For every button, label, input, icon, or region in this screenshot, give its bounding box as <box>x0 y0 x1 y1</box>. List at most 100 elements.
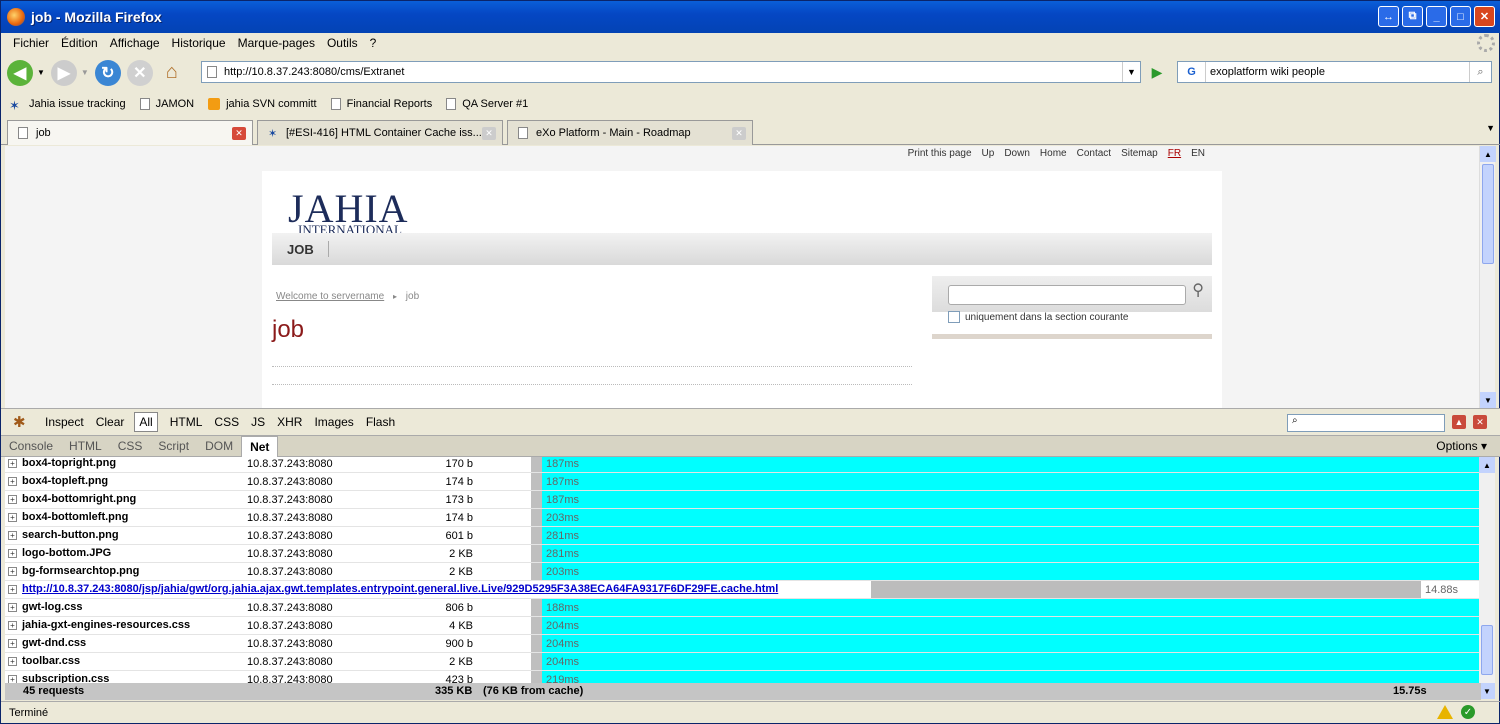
filter-images[interactable]: Images <box>314 415 353 429</box>
menu-help[interactable]: ? <box>364 36 383 50</box>
lang-fr-link[interactable]: FR <box>1168 148 1181 159</box>
search-input[interactable]: exoplatform wiki people <box>1206 66 1469 78</box>
tab-console[interactable]: Console <box>1 439 61 453</box>
net-row[interactable]: + box4-bottomright.png 10.8.37.243:8080 173… <box>5 491 1481 509</box>
net-row[interactable]: + toolbar.css 10.8.37.243:8080 2 KB 204ms <box>5 653 1481 671</box>
home-link[interactable]: Home <box>1040 148 1067 159</box>
net-row[interactable]: + logo-bottom.JPG 10.8.37.243:8080 2 KB 281m… <box>5 545 1481 563</box>
request-url[interactable]: http://10.8.37.243:8080/jsp/jahia/gwt/or… <box>22 583 778 595</box>
net-row[interactable]: + jahia-gxt-engines-resources.css 10.8.37.… <box>5 617 1481 635</box>
scroll-down-icon[interactable]: ▼ <box>1480 392 1496 408</box>
scroll-up-icon[interactable]: ▲ <box>1479 457 1495 473</box>
menu-edition[interactable]: Édition <box>55 36 104 50</box>
tab-esi-416[interactable]: ✶ [#ESI-416] HTML Container Cache iss...… <box>257 120 503 145</box>
filter-html[interactable]: HTML <box>170 415 203 429</box>
tab-net[interactable]: Net <box>241 436 279 457</box>
resize-icon[interactable]: ⧉ <box>1402 6 1423 27</box>
tab-close-icon[interactable]: ✕ <box>232 127 246 140</box>
search-bar[interactable]: G exoplatform wiki people ⌕ <box>1177 61 1492 83</box>
url-bar[interactable]: http://10.8.37.243:8080/cms/Extranet ▼ <box>201 61 1141 83</box>
clear-button[interactable]: Clear <box>96 415 125 429</box>
scroll-up-icon[interactable]: ▲ <box>1480 146 1496 162</box>
lang-en-link[interactable]: EN <box>1191 148 1205 159</box>
menu-marque-pages[interactable]: Marque-pages <box>232 36 321 50</box>
tab-css[interactable]: CSS <box>110 439 151 453</box>
bookmark-item[interactable]: Financial Reports <box>330 98 432 110</box>
google-icon[interactable]: G <box>1178 62 1206 82</box>
net-row[interactable]: + subscription.css 10.8.37.243:8080 423 b 21… <box>5 671 1481 683</box>
maximize-button[interactable]: □ <box>1450 6 1471 27</box>
expand-icon[interactable]: + <box>8 531 17 540</box>
tab-close-icon[interactable]: ✕ <box>482 127 496 140</box>
menu-affichage[interactable]: Affichage <box>104 36 166 50</box>
down-link[interactable]: Down <box>1004 148 1030 159</box>
tab-dom[interactable]: DOM <box>197 439 241 453</box>
filter-xhr[interactable]: XHR <box>277 415 302 429</box>
back-dropdown-icon[interactable]: ▼ <box>37 68 45 77</box>
bookmark-item[interactable]: QA Server #1 <box>446 98 528 110</box>
bookmark-item[interactable]: JAMON <box>139 98 194 110</box>
expand-icon[interactable]: + <box>8 585 17 594</box>
tab-job[interactable]: job ✕ <box>7 120 253 145</box>
expand-icon[interactable]: + <box>8 513 17 522</box>
site-search-input[interactable] <box>948 285 1186 305</box>
net-row[interactable]: + box4-topleft.png 10.8.37.243:8080 174 b 18… <box>5 473 1481 491</box>
tab-script[interactable]: Script <box>150 439 197 453</box>
net-row[interactable]: + bg-formsearchtop.png 10.8.37.243:8080 2 K… <box>5 563 1481 581</box>
expand-icon[interactable]: + <box>8 603 17 612</box>
warning-icon[interactable] <box>1437 705 1453 719</box>
print-link[interactable]: Print this page <box>908 148 972 159</box>
filter-all[interactable]: All <box>134 412 158 432</box>
net-row[interactable]: + box4-topright.png 10.8.37.243:8080 170 b 1… <box>5 457 1481 473</box>
reload-button[interactable]: ↻ <box>94 59 121 86</box>
net-scrollbar[interactable]: ▲ ▼ <box>1479 457 1495 699</box>
tab-list-icon[interactable]: ▼ <box>1486 123 1495 133</box>
up-link[interactable]: Up <box>982 148 995 159</box>
check-icon[interactable]: ✓ <box>1461 705 1475 719</box>
restore-icon[interactable]: ↔ <box>1378 6 1399 27</box>
expand-icon[interactable]: + <box>8 495 17 504</box>
close-button[interactable]: ✕ <box>1474 6 1495 27</box>
expand-icon[interactable]: + <box>8 549 17 558</box>
menu-fichier[interactable]: Fichier <box>7 36 55 50</box>
firebug-close-icon[interactable]: ✕ <box>1473 415 1487 429</box>
tab-exo-roadmap[interactable]: eXo Platform - Main - Roadmap ✕ <box>507 120 753 145</box>
expand-icon[interactable]: + <box>8 459 17 468</box>
menu-historique[interactable]: Historique <box>166 36 232 50</box>
firebug-icon[interactable]: ✱ <box>13 413 33 431</box>
menu-outils[interactable]: Outils <box>321 36 364 50</box>
tab-close-icon[interactable]: ✕ <box>732 127 746 140</box>
expand-icon[interactable]: + <box>8 477 17 486</box>
bookmark-item[interactable]: jahia SVN committ <box>208 98 317 110</box>
url-dropdown-icon[interactable]: ▼ <box>1122 62 1140 82</box>
minimize-button[interactable]: _ <box>1426 6 1447 27</box>
forward-dropdown-icon[interactable]: ▼ <box>81 68 89 77</box>
expand-icon[interactable]: + <box>8 567 17 576</box>
section-only-checkbox[interactable]: uniquement dans la section courante <box>948 311 1128 323</box>
expand-icon[interactable]: + <box>8 675 17 683</box>
tab-html[interactable]: HTML <box>61 439 110 453</box>
home-button[interactable]: ⌂ <box>159 60 185 86</box>
net-row[interactable]: + gwt-dnd.css 10.8.37.243:8080 900 b 204ms <box>5 635 1481 653</box>
jahia-logo[interactable]: JAHIA INTERNATIONAL <box>288 185 409 238</box>
page-scrollbar[interactable]: ▲ ▼ <box>1479 146 1496 408</box>
firebug-detach-icon[interactable]: ▲ <box>1452 415 1466 429</box>
options-button[interactable]: Options ▾ <box>1436 439 1487 453</box>
breadcrumb-home-link[interactable]: Welcome to servername <box>276 291 384 302</box>
net-row[interactable]: + http://10.8.37.243:8080/jsp/jahia/gwt/o… <box>5 581 1481 599</box>
nav-item-job[interactable]: JOB <box>287 242 314 257</box>
filter-css[interactable]: CSS <box>214 415 239 429</box>
inspect-button[interactable]: Inspect <box>45 415 84 429</box>
expand-icon[interactable]: + <box>8 639 17 648</box>
filter-js[interactable]: JS <box>251 415 265 429</box>
net-row[interactable]: + box4-bottomleft.png 10.8.37.243:8080 174 … <box>5 509 1481 527</box>
contact-link[interactable]: Contact <box>1077 148 1111 159</box>
net-row[interactable]: + search-button.png 10.8.37.243:8080 601 b 2… <box>5 527 1481 545</box>
forward-button[interactable]: ▶ <box>50 59 77 86</box>
search-icon[interactable]: ⚲ <box>1192 280 1204 300</box>
back-button[interactable]: ◀ <box>7 59 33 86</box>
search-icon[interactable]: ⌕ <box>1469 62 1491 82</box>
bookmark-item[interactable]: ✶ Jahia issue tracking <box>9 98 126 113</box>
filter-flash[interactable]: Flash <box>366 415 395 429</box>
stop-button[interactable]: ✕ <box>126 59 153 86</box>
